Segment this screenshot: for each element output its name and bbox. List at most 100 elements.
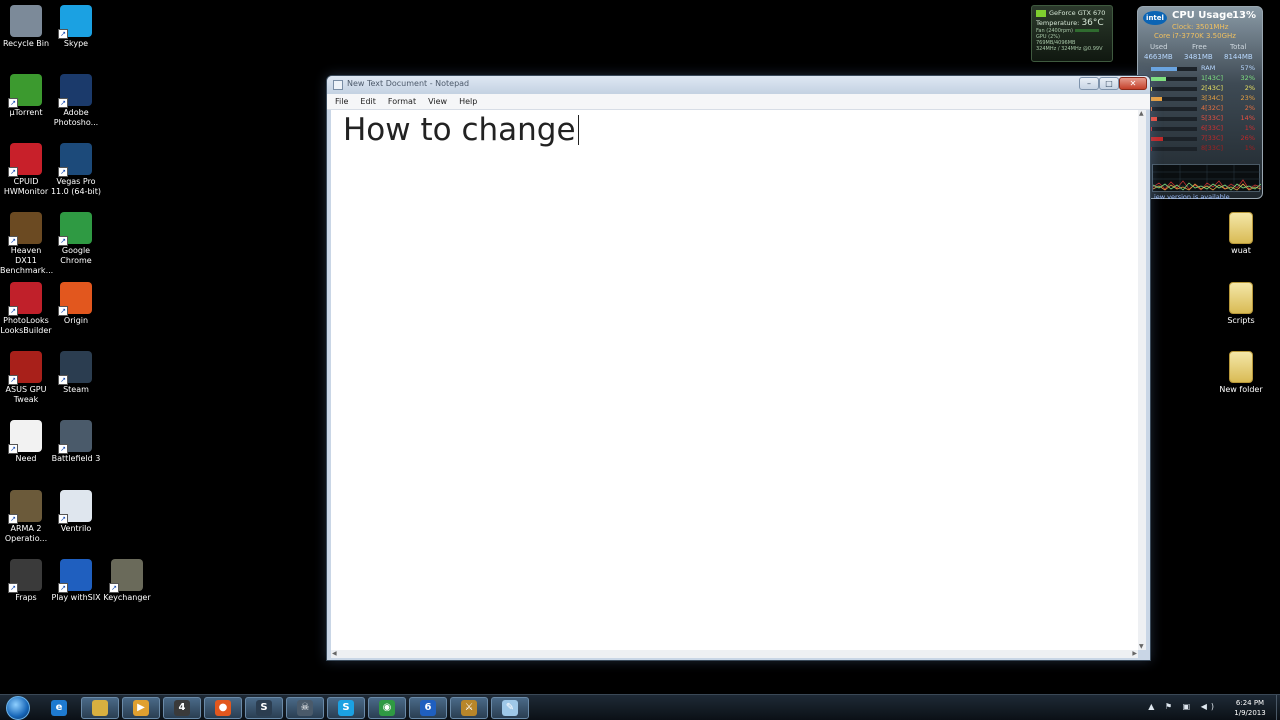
horizontal-scrollbar[interactable]: ◀ ▶ (331, 650, 1138, 658)
hwmonitor-icon: ↗ (8, 143, 42, 177)
update-notice[interactable]: iew version is available (1154, 193, 1230, 201)
origin-icon: ● (215, 700, 231, 716)
taskbar-media[interactable]: ▶ (122, 697, 160, 719)
desktop-icon[interactable]: ↗ Battlefield 3 (50, 420, 102, 464)
shortcut-arrow-icon: ↗ (58, 306, 68, 316)
core-label: 8[33C] (1201, 144, 1224, 152)
minimize-button[interactable]: – (1079, 77, 1099, 90)
menu-help[interactable]: Help (459, 97, 477, 106)
menu-format[interactable]: Format (388, 97, 416, 106)
shortcut-arrow-icon: ↗ (58, 514, 68, 524)
system-tray[interactable]: ▲ ⚑ ▣ ◀) (1148, 702, 1218, 711)
shortcut-arrow-icon: ↗ (8, 167, 18, 177)
scroll-left-icon[interactable]: ◀ (332, 650, 337, 657)
clock-time: 6:24 PM (1235, 699, 1265, 707)
text-caret (577, 115, 579, 145)
taskbar-origin[interactable]: ● (204, 697, 242, 719)
desktop-folder[interactable]: Scripts (1215, 282, 1267, 326)
core-bar (1151, 87, 1197, 91)
chrome-icon: ↗ (58, 212, 92, 246)
desktop-icon[interactable]: ↗ Origin (50, 282, 102, 326)
core-row: 3[34C] 23% (1143, 94, 1257, 103)
taskbar-skype[interactable]: S (327, 697, 365, 719)
core-bar-fill (1151, 117, 1157, 121)
desktop-icon[interactable]: ↗ ASUS GPU Tweak (0, 351, 52, 405)
taskbar-clock[interactable]: 6:24 PM 1/9/2013 (1226, 698, 1274, 718)
desktop-icon[interactable]: ↗ Heaven DX11 Benchmark... (0, 212, 53, 276)
desktop-icon[interactable]: ↗ Google Chrome (50, 212, 102, 266)
notepad-text-area[interactable]: How to change (331, 110, 1138, 650)
arma-icon: ⚔ (461, 700, 477, 716)
taskbar-app4[interactable]: 4 (163, 697, 201, 719)
steam-icon: ↗ (58, 351, 92, 385)
desktop-icon-label: Recycle Bin (2, 39, 50, 48)
desktop-icon[interactable]: ↗ Fraps (0, 559, 52, 603)
taskbar-notepad[interactable]: ✎ (491, 697, 529, 719)
cpu-history-graph (1152, 164, 1262, 193)
core-bar (1151, 117, 1197, 121)
shortcut-arrow-icon: ↗ (8, 444, 18, 454)
menu-file[interactable]: File (335, 97, 348, 106)
desktop-icon[interactable]: ↗ Steam (50, 351, 102, 395)
scroll-down-icon[interactable]: ▼ (1139, 643, 1144, 650)
desktop-icon[interactable]: ↗ Skype (50, 5, 102, 49)
core-bar-fill (1151, 147, 1152, 151)
mem-free: 3481MB (1184, 53, 1213, 61)
mem-total-label: Total (1230, 43, 1247, 51)
start-button[interactable] (6, 696, 30, 720)
ram-row: RAM 57% (1143, 64, 1257, 73)
fraps-icon: ↗ (8, 559, 42, 593)
gpu-name: GeForce GTX 670 (1049, 9, 1106, 17)
photolooks-icon: ↗ (8, 282, 42, 316)
core-bar-fill (1151, 77, 1166, 81)
desktop-icon[interactable]: ↗ Keychanger (101, 559, 153, 603)
arma-icon: ↗ (8, 490, 42, 524)
desktop-icon[interactable]: ↗ µTorrent (0, 74, 52, 118)
desktop-icon[interactable]: ↗ CPUID HWMonitor (0, 143, 52, 197)
close-button[interactable]: ✕ (1119, 77, 1147, 90)
desktop-icon[interactable]: ↗ Need (0, 420, 52, 464)
desktop-icon[interactable]: ↗ PhotoLooks LooksBuilder (0, 282, 52, 336)
desktop-folder[interactable]: wuat (1215, 212, 1267, 256)
internet-explorer-icon: e (51, 700, 67, 716)
desktop-icon[interactable]: Recycle Bin (0, 5, 52, 49)
desktop-icon-label: Play withSIX (51, 593, 101, 602)
notepad-titlebar[interactable]: New Text Document - Notepad – □ ✕ (327, 76, 1150, 94)
taskbar-bf3[interactable]: ☠ (286, 697, 324, 719)
taskbar-ie[interactable]: e (40, 697, 78, 719)
menu-edit[interactable]: Edit (360, 97, 376, 106)
desktop-icon[interactable]: ↗ Adobe Photosho... (50, 74, 102, 128)
gpu-gadget[interactable]: GeForce GTX 670 Temperature: 36°C Fan (2… (1031, 5, 1113, 62)
taskbar-arma[interactable]: ⚔ (450, 697, 488, 719)
cpu-gadget[interactable]: intel CPU Usage 13% Clock: 3501MHz Core … (1137, 6, 1263, 201)
recycle-bin-icon (10, 5, 42, 37)
desktop-icon[interactable]: ↗ Play withSIX (50, 559, 102, 603)
desktop-folder[interactable]: New folder (1215, 351, 1267, 395)
core-pct: 26% (1240, 134, 1255, 142)
scroll-right-icon[interactable]: ▶ (1132, 650, 1137, 657)
show-desktop-button[interactable] (1276, 695, 1280, 720)
cpu-model: Core i7-3770K 3.50GHz (1154, 32, 1236, 40)
scroll-up-icon[interactable]: ▲ (1139, 110, 1144, 117)
vertical-scrollbar[interactable]: ▲ ▼ (1138, 110, 1146, 650)
desktop-icon-label: Skype (63, 39, 89, 48)
taskbar-explorer[interactable] (81, 697, 119, 719)
desktop-icon[interactable]: ↗ ARMA 2 Operatio... (0, 490, 52, 544)
notepad-window[interactable]: New Text Document - Notepad – □ ✕ File E… (326, 75, 1151, 661)
desktop-icon-label: CPUID HWMonitor (3, 177, 49, 196)
core-bar-fill (1151, 97, 1162, 101)
cpu-clock: Clock: 3501MHz (1172, 23, 1229, 31)
playwithsix-icon: 6 (420, 700, 436, 716)
taskbar-chrome[interactable]: ◉ (368, 697, 406, 719)
shortcut-arrow-icon: ↗ (109, 583, 119, 593)
taskbar-playwithsix[interactable]: 6 (409, 697, 447, 719)
desktop-icon[interactable]: ↗ Ventrilo (50, 490, 102, 534)
core-row: 7[33C] 26% (1143, 134, 1257, 143)
menu-view[interactable]: View (428, 97, 447, 106)
media-player-icon: ▶ (133, 700, 149, 716)
maximize-button[interactable]: □ (1099, 77, 1119, 90)
desktop-icon[interactable]: ↗ Vegas Pro 11.0 (64-bit) (50, 143, 102, 197)
skype-icon: S (338, 700, 354, 716)
gpu-temp-label: Temperature: (1036, 19, 1080, 27)
taskbar-steam[interactable]: S (245, 697, 283, 719)
